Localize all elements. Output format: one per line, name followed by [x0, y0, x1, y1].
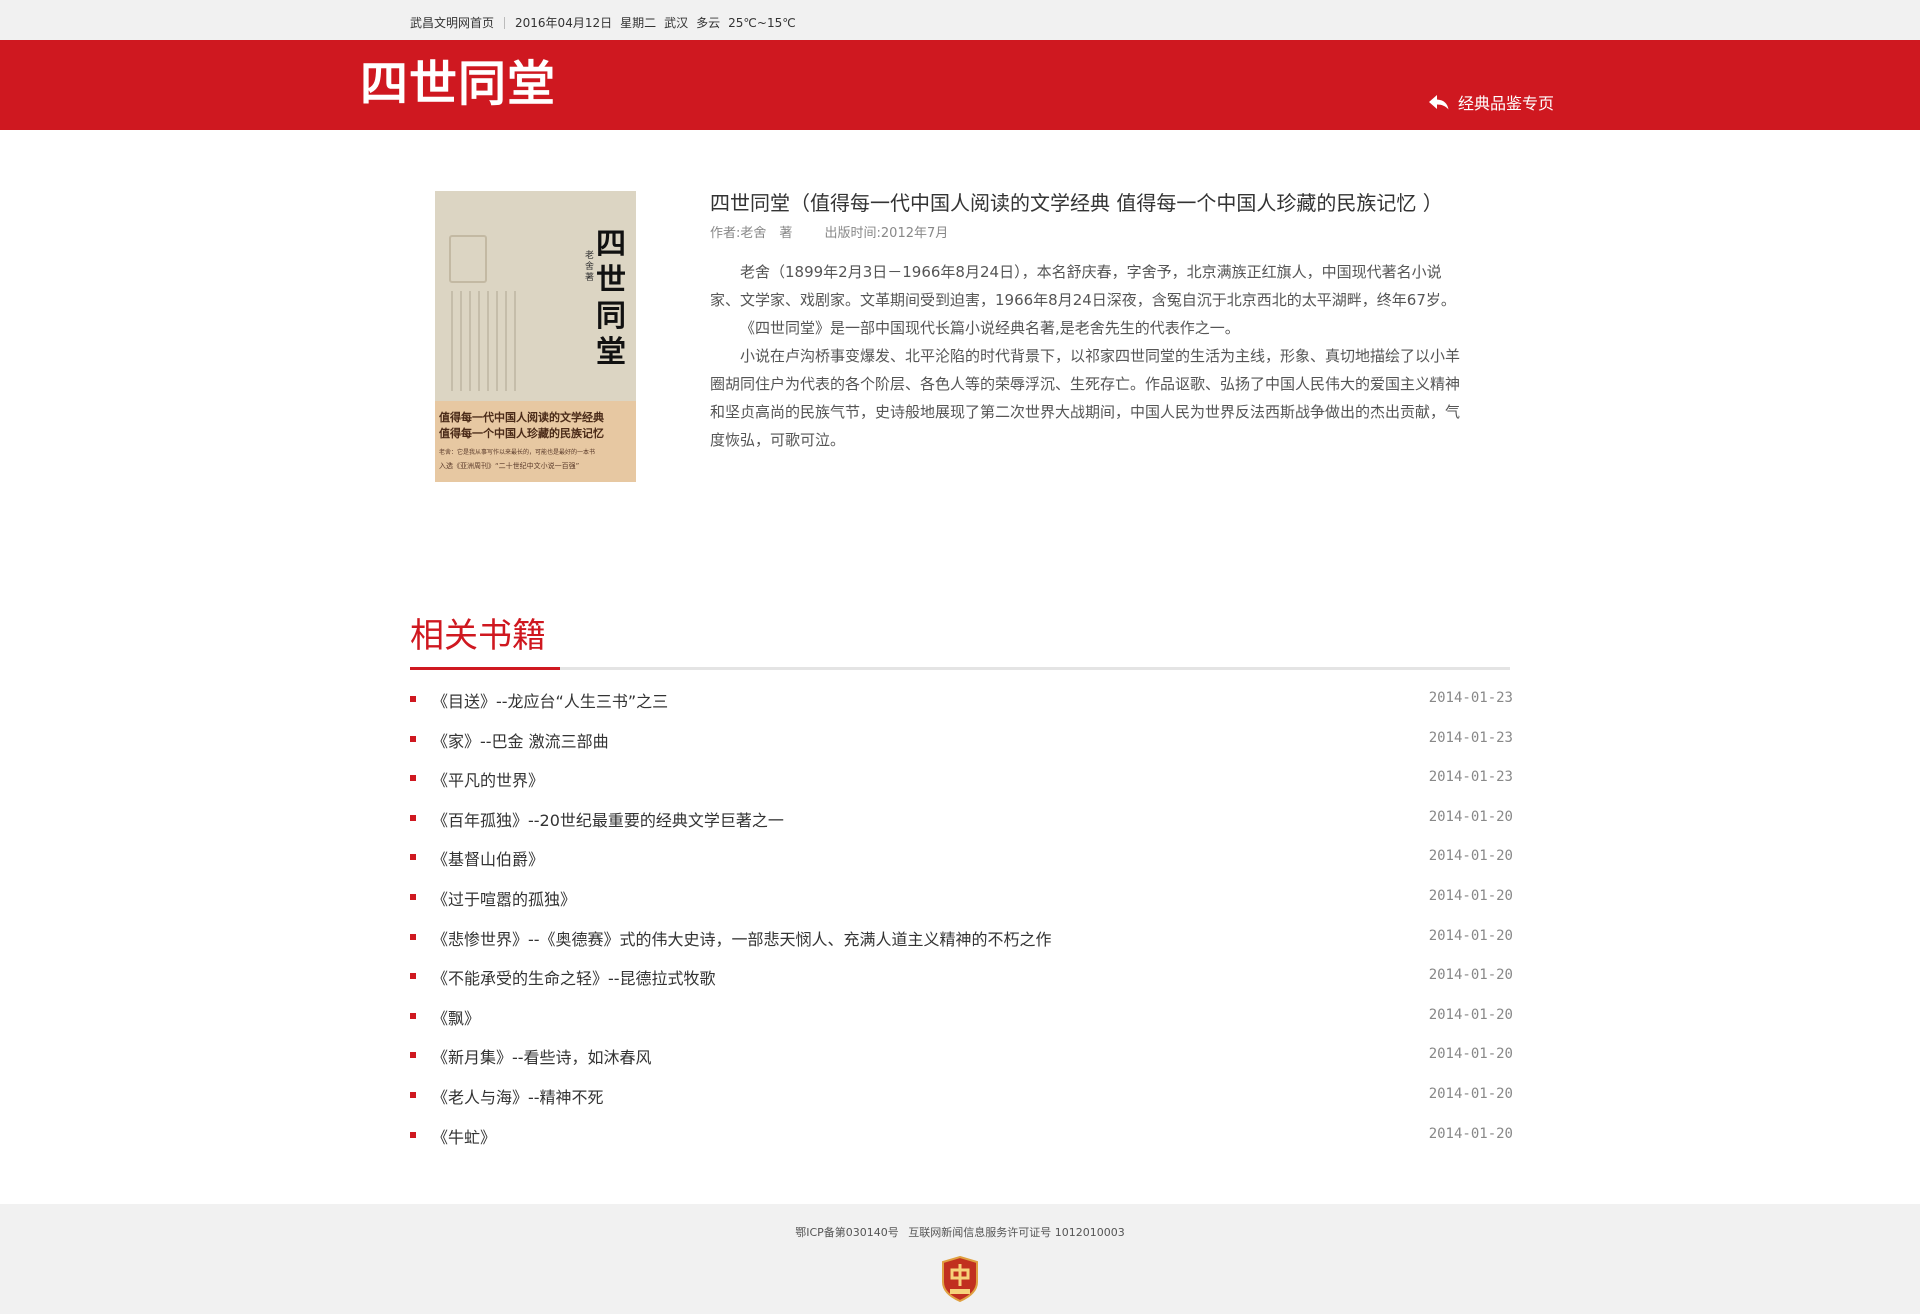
list-item: 《牛虻》 2014-01-20: [410, 1116, 1513, 1156]
related-book-date: 2014-01-20: [1428, 808, 1513, 825]
list-item: 《平凡的世界》 2014-01-23: [410, 759, 1513, 799]
list-item: 《基督山伯爵》 2014-01-20: [410, 838, 1513, 878]
header-bar: 四世同堂 经典品鉴专页: [0, 40, 1920, 130]
current-date: 2016年04月12日: [515, 16, 613, 30]
bullet-icon: [410, 1052, 416, 1059]
related-books-list: 《目送》--龙应台“人生三书”之三 2014-01-23 《家》--巴金 激流三部…: [410, 680, 1513, 1155]
related-book-link[interactable]: 《目送》--龙应台“人生三书”之三: [432, 688, 668, 712]
related-book-date: 2014-01-20: [1428, 1046, 1513, 1063]
divider: [504, 16, 506, 29]
related-books-heading: 相关书籍: [410, 616, 546, 656]
section-divider-accent: [410, 667, 560, 670]
bullet-icon: [410, 814, 416, 821]
book-author: 作者:老舍 著: [710, 226, 793, 241]
bullet-icon: [410, 1012, 416, 1019]
current-weekday: 星期二: [620, 16, 657, 30]
bullet-icon: [410, 973, 416, 980]
weather-condition: 多云: [696, 16, 721, 30]
related-book-link[interactable]: 《基督山伯爵》: [432, 846, 544, 870]
related-book-link[interactable]: 《悲惨世界》--《奥德赛》式的伟大史诗，一部悲天悯人、充满人道主义精神的不朽之作: [432, 926, 1052, 950]
cover-title: 四世同堂: [596, 227, 626, 370]
cover-band-line-2: 值得每一个中国人珍藏的民族记忆: [439, 427, 604, 440]
bullet-icon: [410, 893, 416, 900]
bullet-icon: [410, 854, 416, 861]
book-publish-date: 出版时间:2012年7月: [824, 226, 949, 241]
news-license: 互联网新闻信息服务许可证号 1012010003: [908, 1226, 1125, 1239]
related-book-date: 2014-01-20: [1428, 1006, 1513, 1023]
top-utility-bar: 武昌文明网首页 2016年04月12日 星期二 武汉 多云 25℃~15℃: [0, 0, 1920, 40]
cover-band-line-1: 值得每一代中国人阅读的文学经典: [439, 411, 604, 424]
top-utility-bar-content: 武昌文明网首页 2016年04月12日 星期二 武汉 多云 25℃~15℃: [410, 14, 804, 31]
related-book-date: 2014-01-20: [1428, 967, 1513, 984]
list-item: 《百年孤独》--20世纪最重要的经典文学巨著之一 2014-01-20: [410, 799, 1513, 839]
section-divider: [410, 667, 1510, 670]
government-badge-icon[interactable]: [941, 1256, 979, 1302]
related-book-link[interactable]: 《老人与海》--精神不死: [432, 1084, 604, 1108]
description-paragraph: 小说在卢沟桥事变爆发、北平沦陷的时代背景下，以祁家四世同堂的生活为主线，形象、真…: [710, 347, 1461, 449]
book-cover-image: 老舍 著 四世同堂 值得每一代中国人阅读的文学经典 值得每一个中国人珍藏的民族记…: [435, 191, 636, 482]
description-paragraph: 《四世同堂》是一部中国现代长篇小说经典名著,是老舍先生的代表作之一。: [740, 319, 1240, 337]
cover-vertical-text-decoration: [451, 291, 521, 391]
site-title: 四世同堂: [360, 56, 557, 112]
back-link-label: 经典品鉴专页: [1458, 94, 1555, 113]
back-to-classics-link[interactable]: 经典品鉴专页: [1428, 90, 1554, 114]
cover-band-line-4: 入选《亚洲周刊》“二十世纪中文小说一百强”: [439, 462, 580, 470]
book-description: 老舍（1899年2月3日－1966年8月24日），本名舒庆春，字舍予，北京满族正…: [710, 258, 1466, 454]
footer: 鄂ICP备第030140号 互联网新闻信息服务许可证号 1012010003: [0, 1204, 1920, 1314]
bullet-icon: [410, 1091, 416, 1098]
bullet-icon: [410, 735, 416, 742]
list-item: 《过于喧嚣的孤独》 2014-01-20: [410, 878, 1513, 918]
book-title: 四世同堂（值得每一代中国人阅读的文学经典 值得每一个中国人珍藏的民族记忆 ）: [710, 191, 1443, 215]
related-book-link[interactable]: 《平凡的世界》: [432, 767, 544, 791]
list-item: 《家》--巴金 激流三部曲 2014-01-23: [410, 720, 1513, 760]
weather-temperature: 25℃~15℃: [728, 15, 796, 30]
footer-text: 鄂ICP备第030140号 互联网新闻信息服务许可证号 1012010003: [0, 1224, 1920, 1240]
related-book-link[interactable]: 《家》--巴金 激流三部曲: [432, 728, 609, 752]
home-link[interactable]: 武昌文明网首页: [410, 14, 494, 31]
related-book-link[interactable]: 《过于喧嚣的孤独》: [432, 886, 576, 910]
related-book-date: 2014-01-20: [1428, 848, 1513, 865]
bullet-icon: [410, 1131, 416, 1138]
related-book-date: 2014-01-20: [1428, 1085, 1513, 1102]
bullet-icon: [410, 775, 416, 782]
book-meta: 作者:老舍 著 出版时间:2012年7月: [710, 222, 948, 241]
related-book-date: 2014-01-23: [1428, 690, 1513, 706]
list-item: 《飘》 2014-01-20: [410, 997, 1513, 1037]
related-book-date: 2014-01-20: [1428, 1125, 1513, 1142]
list-item: 《新月集》--看些诗，如沐春风 2014-01-20: [410, 1036, 1513, 1076]
icp-number: 鄂ICP备第030140号: [795, 1226, 899, 1239]
list-item: 《目送》--龙应台“人生三书”之三 2014-01-23: [410, 680, 1513, 720]
related-book-link[interactable]: 《牛虻》: [432, 1124, 496, 1148]
related-book-date: 2014-01-23: [1428, 769, 1513, 786]
cover-seal-decoration: [449, 235, 487, 283]
bullet-icon: [410, 696, 416, 702]
related-book-link[interactable]: 《新月集》--看些诗，如沐春风: [432, 1044, 652, 1068]
reply-arrow-icon: [1429, 95, 1449, 110]
related-book-date: 2014-01-20: [1428, 887, 1513, 904]
list-item: 《悲惨世界》--《奥德赛》式的伟大史诗，一部悲天悯人、充满人道主义精神的不朽之作…: [410, 918, 1513, 958]
related-book-date: 2014-01-20: [1428, 927, 1513, 944]
related-book-link[interactable]: 《百年孤独》--20世纪最重要的经典文学巨著之一: [432, 807, 784, 831]
related-book-date: 2014-01-23: [1428, 729, 1513, 746]
cover-band: 值得每一代中国人阅读的文学经典 值得每一个中国人珍藏的民族记忆 老舍：它是我从事…: [435, 401, 636, 482]
description-paragraph: 老舍（1899年2月3日－1966年8月24日），本名舒庆春，字舍予，北京满族正…: [710, 263, 1456, 309]
cover-band-line-3: 老舍：它是我从事写作以来最长的，可能也是最好的一本书: [439, 449, 596, 456]
cover-author: 老舍 著: [585, 251, 595, 283]
bullet-icon: [410, 933, 416, 940]
list-item: 《不能承受的生命之轻》--昆德拉式牧歌 2014-01-20: [410, 957, 1513, 997]
weather-city: 武汉: [664, 16, 689, 30]
related-book-link[interactable]: 《不能承受的生命之轻》--昆德拉式牧歌: [432, 965, 716, 989]
related-book-link[interactable]: 《飘》: [432, 1005, 480, 1029]
list-item: 《老人与海》--精神不死 2014-01-20: [410, 1076, 1513, 1116]
